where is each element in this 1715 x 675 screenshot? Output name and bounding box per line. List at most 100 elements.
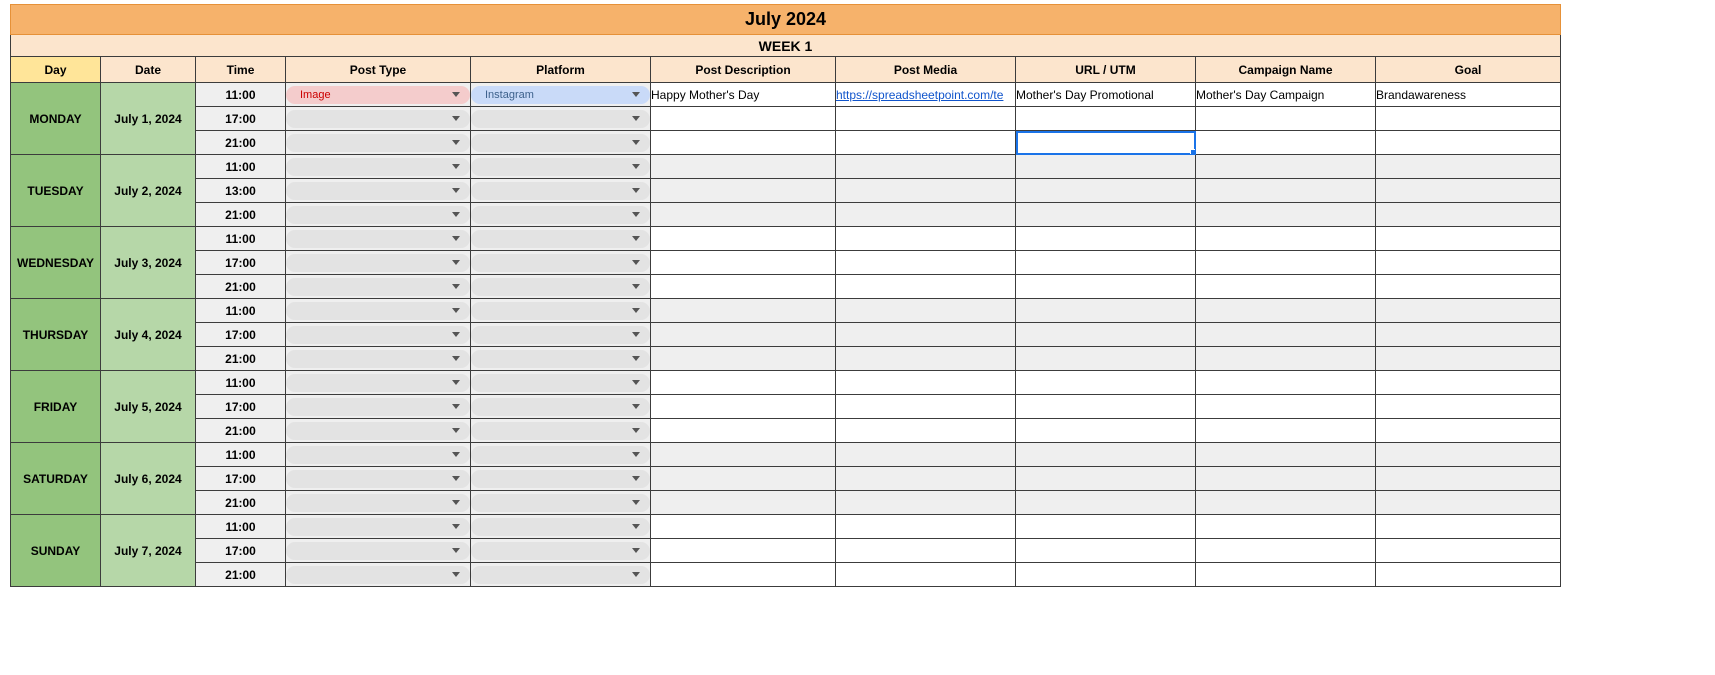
media-cell[interactable] (836, 227, 1016, 251)
dropdown-chip[interactable] (286, 422, 470, 440)
platform-cell[interactable] (471, 131, 651, 155)
dropdown-chip[interactable] (286, 566, 470, 584)
dropdown-chip[interactable] (471, 398, 650, 416)
camp-cell[interactable] (1196, 491, 1376, 515)
url-cell[interactable] (1016, 563, 1196, 587)
url-cell[interactable] (1016, 155, 1196, 179)
media-cell[interactable] (836, 179, 1016, 203)
camp-cell[interactable] (1196, 107, 1376, 131)
goal-cell[interactable] (1376, 539, 1561, 563)
media-cell[interactable] (836, 395, 1016, 419)
platform-cell[interactable] (471, 179, 651, 203)
goal-cell[interactable] (1376, 131, 1561, 155)
date-cell[interactable]: July 4, 2024 (101, 299, 196, 371)
platform-cell[interactable] (471, 515, 651, 539)
platform-cell[interactable]: Instagram (471, 83, 651, 107)
desc-cell[interactable] (651, 299, 836, 323)
media-cell[interactable] (836, 251, 1016, 275)
url-cell[interactable] (1016, 395, 1196, 419)
desc-cell[interactable] (651, 275, 836, 299)
dropdown-chip[interactable] (471, 110, 650, 128)
posttype-cell[interactable] (286, 227, 471, 251)
goal-cell[interactable] (1376, 491, 1561, 515)
goal-cell[interactable] (1376, 203, 1561, 227)
header-posttype[interactable]: Post Type (286, 57, 471, 83)
media-cell[interactable] (836, 491, 1016, 515)
url-cell[interactable] (1016, 299, 1196, 323)
time-cell[interactable]: 11:00 (196, 443, 286, 467)
header-goal[interactable]: Goal (1376, 57, 1561, 83)
media-cell[interactable] (836, 563, 1016, 587)
platform-cell[interactable] (471, 347, 651, 371)
dropdown-chip[interactable] (286, 134, 470, 152)
camp-cell[interactable] (1196, 131, 1376, 155)
goal-cell[interactable] (1376, 443, 1561, 467)
dropdown-chip[interactable] (286, 350, 470, 368)
platform-cell[interactable] (471, 419, 651, 443)
media-cell[interactable] (836, 155, 1016, 179)
posttype-cell[interactable] (286, 179, 471, 203)
url-cell[interactable] (1016, 443, 1196, 467)
media-cell[interactable] (836, 347, 1016, 371)
platform-cell[interactable] (471, 395, 651, 419)
goal-cell[interactable] (1376, 323, 1561, 347)
day-cell[interactable]: FRIDAY (11, 371, 101, 443)
dropdown-chip[interactable] (471, 470, 650, 488)
dropdown-chip[interactable] (286, 518, 470, 536)
camp-cell[interactable] (1196, 419, 1376, 443)
goal-cell[interactable] (1376, 227, 1561, 251)
platform-cell[interactable] (471, 491, 651, 515)
camp-cell[interactable] (1196, 563, 1376, 587)
dropdown-chip[interactable] (471, 422, 650, 440)
time-cell[interactable]: 11:00 (196, 371, 286, 395)
media-cell[interactable] (836, 419, 1016, 443)
dropdown-chip[interactable] (286, 302, 470, 320)
url-cell[interactable] (1016, 347, 1196, 371)
dropdown-chip[interactable] (471, 518, 650, 536)
header-media[interactable]: Post Media (836, 57, 1016, 83)
header-url[interactable]: URL / UTM (1016, 57, 1196, 83)
posttype-cell[interactable] (286, 539, 471, 563)
goal-cell[interactable] (1376, 275, 1561, 299)
dropdown-chip[interactable] (471, 350, 650, 368)
dropdown-chip[interactable] (286, 206, 470, 224)
posttype-cell[interactable] (286, 323, 471, 347)
goal-cell[interactable] (1376, 179, 1561, 203)
title-cell[interactable]: July 2024 (11, 5, 1561, 35)
dropdown-chip[interactable] (471, 278, 650, 296)
desc-cell[interactable]: Happy Mother's Day (651, 83, 836, 107)
time-cell[interactable]: 11:00 (196, 155, 286, 179)
media-cell[interactable] (836, 299, 1016, 323)
platform-cell[interactable] (471, 227, 651, 251)
media-cell[interactable] (836, 323, 1016, 347)
camp-cell[interactable] (1196, 443, 1376, 467)
date-cell[interactable]: July 7, 2024 (101, 515, 196, 587)
desc-cell[interactable] (651, 539, 836, 563)
time-cell[interactable]: 17:00 (196, 323, 286, 347)
header-camp[interactable]: Campaign Name (1196, 57, 1376, 83)
day-cell[interactable]: THURSDAY (11, 299, 101, 371)
camp-cell[interactable] (1196, 275, 1376, 299)
time-cell[interactable]: 13:00 (196, 179, 286, 203)
platform-cell[interactable] (471, 203, 651, 227)
camp-cell[interactable] (1196, 347, 1376, 371)
platform-cell[interactable] (471, 299, 651, 323)
day-cell[interactable]: SATURDAY (11, 443, 101, 515)
desc-cell[interactable] (651, 515, 836, 539)
desc-cell[interactable] (651, 155, 836, 179)
dropdown-chip[interactable] (286, 254, 470, 272)
camp-cell[interactable]: Mother's Day Campaign (1196, 83, 1376, 107)
posttype-cell[interactable] (286, 467, 471, 491)
posttype-cell[interactable] (286, 299, 471, 323)
camp-cell[interactable] (1196, 251, 1376, 275)
time-cell[interactable]: 21:00 (196, 347, 286, 371)
time-cell[interactable]: 11:00 (196, 83, 286, 107)
date-cell[interactable]: July 1, 2024 (101, 83, 196, 155)
desc-cell[interactable] (651, 443, 836, 467)
media-cell[interactable] (836, 203, 1016, 227)
url-cell[interactable] (1016, 107, 1196, 131)
dropdown-chip[interactable] (471, 566, 650, 584)
posttype-cell[interactable] (286, 371, 471, 395)
time-cell[interactable]: 11:00 (196, 299, 286, 323)
desc-cell[interactable] (651, 491, 836, 515)
